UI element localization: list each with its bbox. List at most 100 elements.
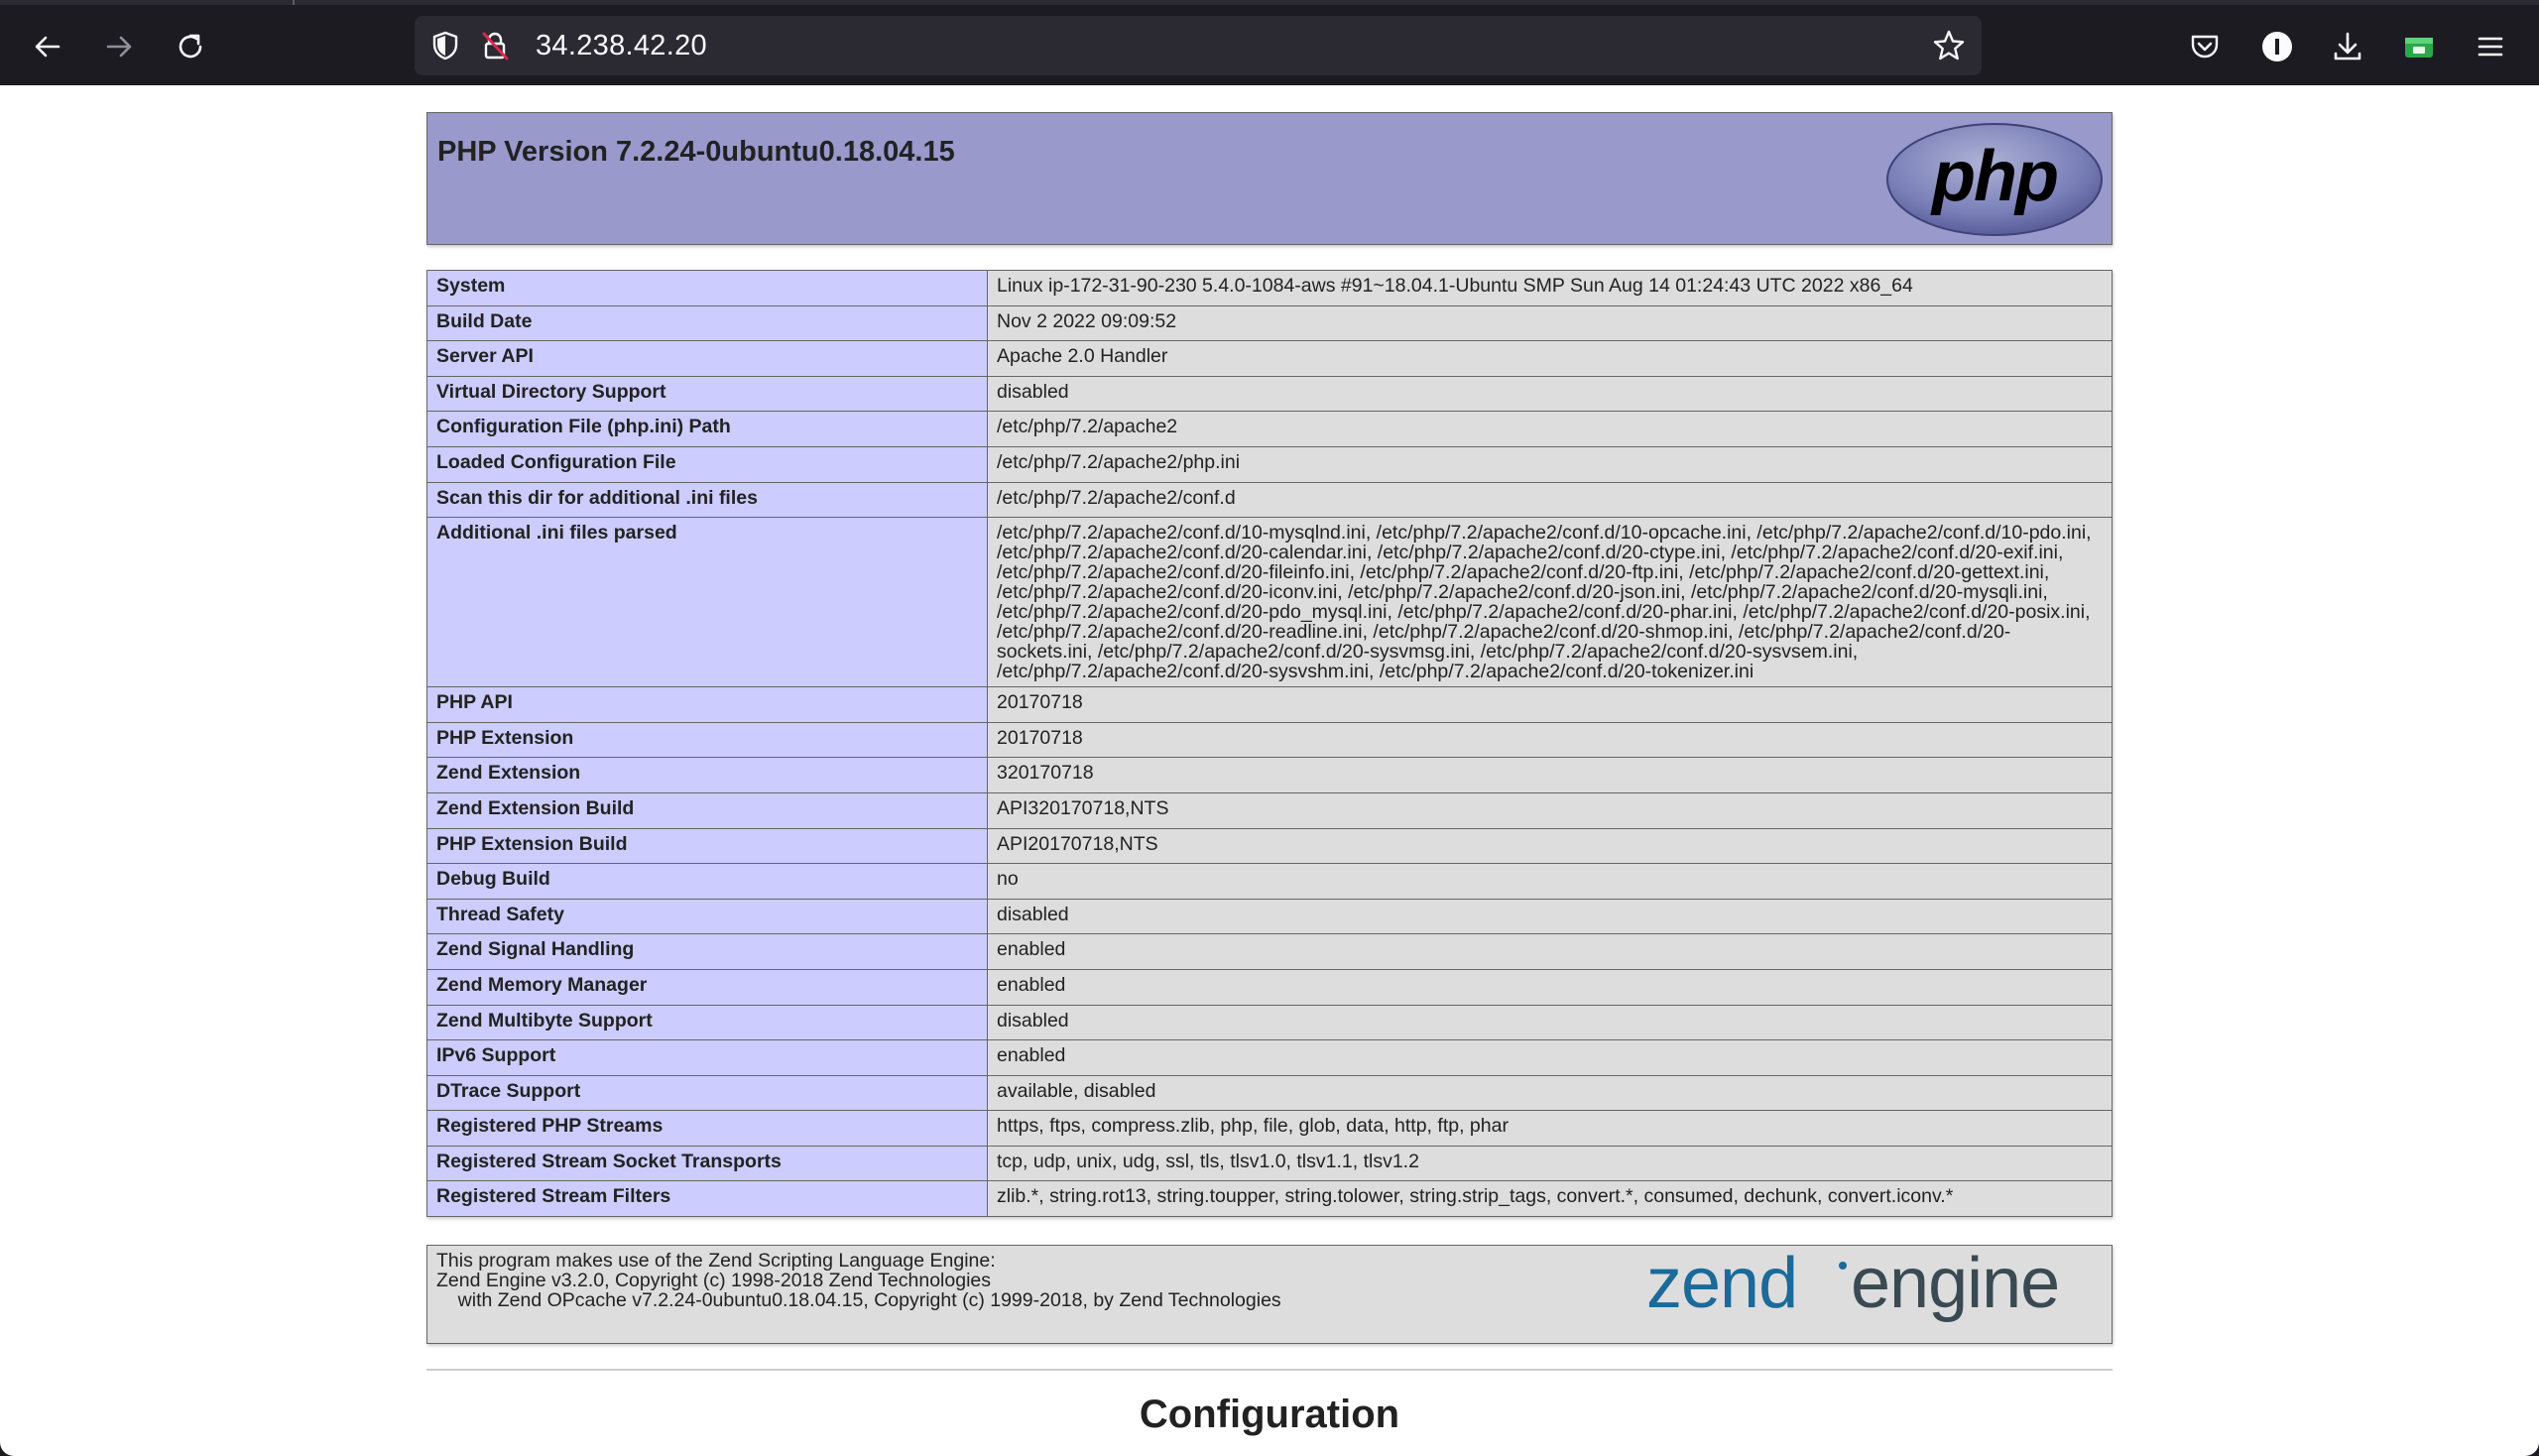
info-row: Zend Extension 320170718 [426,757,2113,793]
zend-credits: This program makes use of the Zend Scrip… [436,1251,1281,1310]
shield-icon[interactable] [428,29,462,62]
info-row: IPv6 Support enabled [426,1039,2113,1076]
forward-button[interactable] [96,24,142,69]
info-key: Zend Multibyte Support [426,1004,988,1041]
info-row: Additional .ini files parsed/etc/php/7.2… [426,517,2113,688]
info-value: zlib.*, string.rot13, string.toupper, st… [987,1180,2113,1218]
downloads-button[interactable] [2326,25,2369,68]
info-value: /etc/php/7.2/apache2/conf.d/10-mysqlnd.i… [987,517,2113,688]
info-value: 20170718 [987,686,2113,723]
info-key: Loaded Configuration File [426,445,988,483]
php-version-header: PHP Version 7.2.24-0ubuntu0.18.04.15 php [426,112,2113,245]
zend-credit-line: This program makes use of the Zend Scrip… [436,1250,996,1272]
info-key: Registered Stream Socket Transports [426,1145,988,1182]
back-button[interactable] [25,24,70,69]
download-icon [2334,32,2361,61]
info-value: 20170718 [987,721,2113,759]
info-key: Additional .ini files parsed [426,517,988,688]
tab-strip [0,0,2539,5]
url-text[interactable]: 34.238.42.20 [536,30,707,62]
info-row: PHP API 20170718 [426,686,2113,723]
menu-icon [2478,37,2503,57]
forward-arrow-icon [106,36,132,58]
info-value: API320170718,NTS [987,791,2113,829]
browser-toolbar: 34.238.42.20 [0,0,2539,85]
info-row: DTrace Support available, disabled [426,1074,2113,1112]
info-key: Zend Extension [426,757,988,793]
info-row: Zend Multibyte Support disabled [426,1004,2113,1041]
info-value: API20170718,NTS [987,827,2113,865]
address-bar[interactable]: 34.238.42.20 [415,16,1982,75]
info-key: Build Date [426,304,988,342]
wallet-extension-icon [2405,38,2433,58]
zend-credit-line: Zend Engine v3.2.0, Copyright (c) 1998-2… [436,1270,991,1291]
configuration-heading: Configuration [1139,1393,1400,1436]
info-value: disabled [987,1004,2113,1041]
back-arrow-icon [35,36,60,58]
info-row: Debug Build no [426,863,2113,900]
info-value: Nov 2 2022 09:09:52 [987,304,2113,342]
bookmark-star-icon[interactable] [1932,29,1966,62]
info-row: System Linux ip-172-31-90-230 5.4.0-1084-… [426,270,2113,306]
zend-engine-logo[interactable]: zend engine [1646,1248,2103,1339]
pocket-button[interactable] [2183,25,2227,68]
phpinfo-table: System Linux ip-172-31-90-230 5.4.0-1084-… [426,270,2113,1218]
info-value: enabled [987,1039,2113,1076]
zend-credit-line: with Zend OPcache v7.2.24-0ubuntu0.18.04… [436,1289,1281,1311]
info-key: PHP Extension Build [426,827,988,865]
insecure-lock-icon[interactable] [478,29,512,62]
page-title: PHP Version 7.2.24-0ubuntu0.18.04.15 [437,136,955,168]
info-key: IPv6 Support [426,1039,988,1076]
info-row: Zend Memory Manager enabled [426,968,2113,1006]
info-value: no [987,863,2113,900]
info-row: Configuration File (php.ini) Path/etc/ph… [426,411,2113,447]
info-row: Scan this dir for additional .ini files /… [426,481,2113,519]
info-key: Zend Extension Build [426,791,988,829]
zend-engine-box: This program makes use of the Zend Scrip… [426,1245,2113,1344]
info-value: tcp, udp, unix, udg, ssl, tls, tlsv1.0, … [987,1145,2113,1182]
section-divider [426,1369,2113,1371]
info-key: Debug Build [426,863,988,900]
info-value: enabled [987,968,2113,1006]
info-value: /etc/php/7.2/apache2 [987,411,2113,447]
info-row: Registered Stream Socket Transports tcp, … [426,1145,2113,1182]
extension-button[interactable] [2255,25,2299,68]
info-row: Loaded Configuration File/etc/php/7.2/ap… [426,445,2113,483]
info-value: 320170718 [987,757,2113,793]
info-row: Build Date Nov 2 2022 09:09:52 [426,304,2113,342]
info-row: Server API Apache 2.0 Handler [426,340,2113,377]
info-value: enabled [987,933,2113,970]
info-key: Registered Stream Filters [426,1180,988,1218]
extension-icon [2262,32,2292,61]
app-menu-button[interactable] [2469,25,2512,68]
info-key: Server API [426,340,988,377]
reload-icon [179,34,202,59]
info-key: Configuration File (php.ini) Path [426,411,988,447]
info-key: PHP Extension [426,721,988,759]
info-row: PHP Extension Build API20170718,NTS [426,827,2113,865]
php-logo[interactable]: php [1885,121,2104,238]
info-key: System [426,270,988,306]
info-row: Zend Signal Handling enabled [426,933,2113,970]
reload-button[interactable] [168,24,213,69]
svg-text:php: php [1930,137,2057,216]
info-key: PHP API [426,686,988,723]
info-row: PHP Extension 20170718 [426,721,2113,759]
wallet-extension-button[interactable] [2397,25,2441,68]
info-value: /etc/php/7.2/apache2/conf.d [987,481,2113,519]
info-value: Apache 2.0 Handler [987,340,2113,377]
info-key: Scan this dir for additional .ini files [426,481,988,519]
info-key: Virtual Directory Support [426,375,988,413]
pocket-icon [2191,35,2219,59]
info-row: Registered PHP Streams https, ftps, compr… [426,1110,2113,1147]
page-viewport: PHP Version 7.2.24-0ubuntu0.18.04.15 php… [0,85,2539,1456]
info-row: Virtual Directory Support disabled [426,375,2113,413]
info-value: disabled [987,375,2113,413]
info-key: Zend Memory Manager [426,968,988,1006]
info-value: disabled [987,898,2113,935]
info-row: Zend Extension Build API320170718,NTS [426,791,2113,829]
info-value: Linux ip-172-31-90-230 5.4.0-1084-aws #9… [987,270,2113,306]
info-key: Registered PHP Streams [426,1110,988,1147]
info-key: Thread Safety [426,898,988,935]
info-value: available, disabled [987,1074,2113,1112]
